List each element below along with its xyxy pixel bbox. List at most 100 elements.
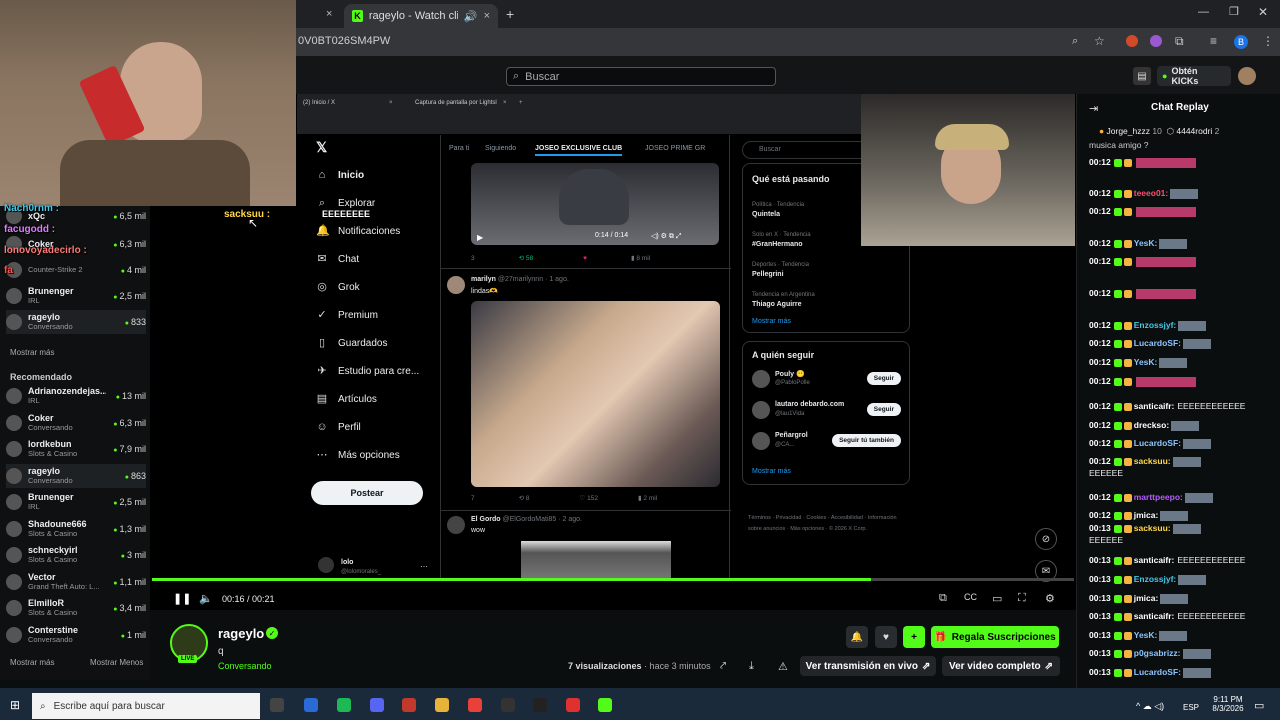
app-icon[interactable] bbox=[402, 698, 416, 712]
user-avatar[interactable] bbox=[1238, 67, 1256, 85]
chat-username[interactable]: LucardoSF: bbox=[1134, 438, 1181, 448]
notification-bell-icon[interactable]: 🔔 bbox=[846, 626, 868, 648]
language-indicator[interactable]: ESP bbox=[1183, 703, 1199, 712]
notifications-icon[interactable]: ▭ bbox=[1254, 699, 1264, 712]
collapse-chat-icon[interactable]: ⇥ bbox=[1089, 102, 1098, 115]
sidebar-channel[interactable]: Adrianozendejas...IRL 13 mil bbox=[6, 384, 146, 408]
chat-username[interactable]: teeeo01: bbox=[1134, 188, 1169, 198]
kick-icon[interactable] bbox=[598, 698, 612, 712]
chat-username[interactable]: dreckso: bbox=[1134, 420, 1169, 430]
get-kicks-button[interactable]: ● Obtén KICKs bbox=[1157, 66, 1231, 86]
account-avatar bbox=[318, 557, 334, 573]
chat-username[interactable]: jmica: bbox=[1134, 593, 1159, 603]
chat-username[interactable]: santicaifr: bbox=[1134, 401, 1175, 411]
volume-icon[interactable]: 🔈 bbox=[199, 592, 213, 605]
tab-close-icon[interactable]: × bbox=[484, 10, 490, 22]
opera-icon[interactable] bbox=[566, 698, 580, 712]
extensions-puzzle-icon[interactable]: ⧉ bbox=[1175, 34, 1184, 49]
media-control-icon[interactable]: ≡ bbox=[1210, 34, 1217, 48]
chat-username[interactable]: LucardoSF: bbox=[1134, 338, 1181, 348]
download-icon[interactable]: ⤓ bbox=[749, 660, 754, 673]
follow-heart-icon[interactable]: ♥ bbox=[875, 626, 897, 648]
sidebar-channel[interactable]: BrunengerIRL 2,5 mil bbox=[6, 490, 146, 514]
channel-avatar bbox=[6, 314, 22, 330]
pip-icon[interactable]: ⧉ bbox=[939, 592, 947, 605]
chrome-menu-icon[interactable]: ⋮ bbox=[1262, 34, 1274, 48]
stream-category[interactable]: Conversando bbox=[218, 661, 272, 671]
speaker-icon[interactable]: 🔊 bbox=[464, 10, 478, 23]
chat-username[interactable]: sacksuu: bbox=[1134, 456, 1171, 466]
kick-favicon-icon: K bbox=[352, 10, 363, 22]
layout-icon[interactable]: ▤ bbox=[1133, 67, 1151, 85]
chat-username[interactable]: Enzossjyf: bbox=[1134, 320, 1177, 330]
steam-icon[interactable] bbox=[501, 698, 515, 712]
extension-icon[interactable] bbox=[1150, 35, 1162, 47]
chat-username[interactable]: p0gsabrizz: bbox=[1134, 648, 1181, 658]
profile-avatar[interactable]: B bbox=[1234, 35, 1248, 49]
copilot-icon[interactable] bbox=[304, 698, 318, 712]
chat-emote-image bbox=[1178, 320, 1207, 331]
share-icon[interactable]: ⤤ bbox=[720, 660, 726, 673]
chat-username[interactable]: marttpeepo: bbox=[1134, 492, 1183, 502]
sidebar-channel[interactable]: Counter-Strike 2 4 mil bbox=[6, 258, 146, 282]
zoom-icon[interactable]: ⌕ bbox=[1072, 35, 1078, 48]
url-field[interactable]: 0V0BT026SM4PW bbox=[296, 32, 1096, 52]
chat-username[interactable]: Enzossjyf: bbox=[1134, 574, 1177, 584]
sidebar-channel[interactable]: Shadoune666Slots & Casino 1,3 mil bbox=[6, 517, 146, 541]
taskbar-search-input[interactable]: ⌕ Escribe aquí para buscar bbox=[32, 693, 260, 719]
pause-icon[interactable]: ❚❚ bbox=[173, 592, 191, 605]
minimize-icon[interactable]: — bbox=[1198, 6, 1209, 18]
show-more-link[interactable]: Mostrar más bbox=[10, 658, 54, 667]
sidebar-channel[interactable]: lordkebunSlots & Casino 7,9 mil bbox=[6, 437, 146, 461]
file-explorer-icon[interactable] bbox=[435, 698, 449, 712]
system-tray-icons[interactable]: ^ ☁ ◁) bbox=[1136, 701, 1164, 712]
new-tab-icon[interactable]: + bbox=[506, 6, 514, 22]
chat-username[interactable]: sacksuu: bbox=[1134, 523, 1171, 533]
sidebar-channel[interactable]: CokerConversando 6,3 mil bbox=[6, 411, 146, 435]
app-icon[interactable] bbox=[533, 698, 547, 712]
kick-search-input[interactable]: ⌕ Buscar bbox=[506, 67, 776, 86]
settings-gear-icon[interactable]: ⚙ bbox=[1045, 592, 1055, 605]
channel-name[interactable]: rageylo bbox=[218, 626, 264, 641]
follow-avatar bbox=[752, 432, 770, 450]
show-less-link[interactable]: Mostrar Menos bbox=[90, 658, 143, 667]
fullscreen-icon[interactable]: ⛶ bbox=[1018, 592, 1026, 605]
sidebar-channel[interactable]: schneckyirlSlots & Casino 3 mil bbox=[6, 543, 146, 567]
sidebar-channel[interactable]: rageyloConversando 863 bbox=[6, 463, 146, 488]
chat-username[interactable]: YesK: bbox=[1134, 630, 1158, 640]
chrome-icon[interactable] bbox=[468, 698, 482, 712]
chat-username[interactable]: santicaifr: bbox=[1134, 555, 1175, 565]
chat-username[interactable]: YesK: bbox=[1134, 357, 1158, 367]
window-close-icon[interactable]: ✕ bbox=[1258, 5, 1268, 19]
sidebar-channel[interactable]: ElmilloRSlots & Casino 3,4 mil bbox=[6, 596, 146, 620]
captions-icon[interactable]: CC bbox=[964, 592, 977, 602]
channel-name: Conterstine Conversando bbox=[28, 624, 79, 644]
watch-live-button[interactable]: Ver transmisión en vivo ⇗ bbox=[800, 656, 936, 676]
bookmark-star-icon[interactable]: ☆ bbox=[1094, 34, 1105, 48]
discord-icon[interactable] bbox=[370, 698, 384, 712]
viewer-count: 4 mil bbox=[121, 265, 146, 275]
extension-icon[interactable] bbox=[1126, 35, 1138, 47]
taskbar-clock[interactable]: 9:11 PM 8/3/2026 bbox=[1208, 695, 1248, 713]
chat-username[interactable]: LucardoSF: bbox=[1134, 667, 1181, 677]
sidebar-channel[interactable]: BrunengerIRL 2,5 mil bbox=[6, 284, 146, 308]
sidebar-channel[interactable]: ConterstineConversando 1 mil bbox=[6, 623, 146, 647]
chat-username[interactable]: jmica: bbox=[1134, 510, 1159, 520]
task-view-icon[interactable] bbox=[270, 698, 284, 712]
theater-icon[interactable]: ▭ bbox=[992, 592, 1002, 605]
show-more-link[interactable]: Mostrar más bbox=[10, 348, 54, 357]
chat-username[interactable]: YesK: bbox=[1134, 238, 1158, 248]
windows-start-icon[interactable]: ⊞ bbox=[10, 698, 20, 712]
gift-subscriptions-button[interactable]: 🎁 Regala Suscripciones bbox=[931, 626, 1059, 648]
sidebar-channel[interactable]: VectorGrand Theft Auto: L... 1,1 mil bbox=[6, 570, 146, 594]
restore-icon[interactable]: ❐ bbox=[1229, 5, 1239, 18]
follow-avatar bbox=[752, 370, 770, 388]
chat-username[interactable]: santicaifr: bbox=[1134, 611, 1175, 621]
full-video-button[interactable]: Ver video completo ⇗ bbox=[942, 656, 1060, 676]
browser-tab-active[interactable]: K rageylo - Watch clips on Ki 🔊 × bbox=[344, 4, 498, 28]
add-icon[interactable]: + bbox=[903, 626, 925, 648]
spotify-icon[interactable] bbox=[337, 698, 351, 712]
report-icon[interactable]: ⚠ bbox=[778, 660, 788, 673]
tab-close-icon[interactable]: × bbox=[326, 8, 332, 20]
sidebar-channel[interactable]: rageyloConversando 833 bbox=[6, 310, 146, 334]
